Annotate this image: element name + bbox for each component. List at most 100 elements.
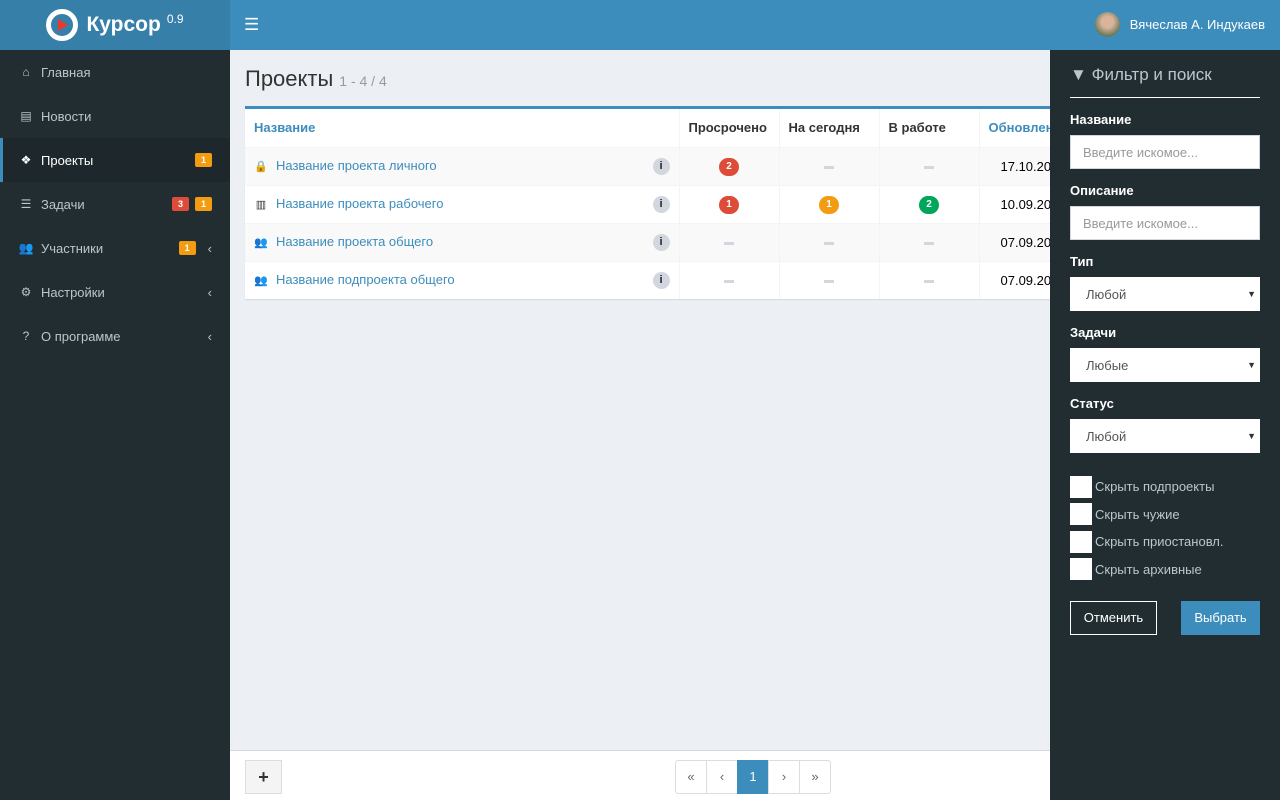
col-name[interactable]: Название	[245, 109, 680, 147]
hide-archived-checkbox[interactable]: Скрыть архивные	[1070, 556, 1260, 584]
sidebar-item-label: Новости	[41, 108, 92, 124]
user-menu[interactable]: Вячеслав А. Индукаев	[1094, 12, 1265, 37]
chevron-left-icon: ‹	[207, 240, 212, 256]
filter-icon: ▼	[1070, 65, 1087, 84]
info-icon[interactable]: i	[652, 157, 670, 175]
sidebar-item-6[interactable]: ? О программе ‹	[0, 314, 230, 358]
cogs-icon: ⚙	[20, 285, 32, 299]
name-cell: 👥 Название проекта общего i	[245, 222, 680, 261]
projects-table-box: Название Просрочено На сегодня В работе …	[245, 106, 1050, 299]
sidebar-item-1[interactable]: ▤ Новости	[0, 94, 230, 138]
name-search-input[interactable]	[1070, 135, 1260, 169]
first-page-button[interactable]: «	[675, 760, 707, 794]
cubes-icon: ❖	[20, 153, 32, 167]
count-badge: 1	[194, 153, 212, 167]
caret-down-icon: ▼	[1247, 289, 1256, 299]
building-icon: ▥	[255, 198, 267, 211]
hide-foreign-checkbox[interactable]: Скрыть чужие	[1070, 501, 1260, 529]
project-link[interactable]: Название подпроекта общего	[276, 272, 455, 287]
last-page-button[interactable]: »	[799, 760, 831, 794]
overdue-count-badge: 2	[719, 157, 739, 176]
info-icon[interactable]: i	[652, 271, 670, 289]
sidebar-item-4[interactable]: 👥 Участники 1 ‹	[0, 226, 230, 270]
empty-dash	[924, 165, 934, 169]
empty-dash	[824, 241, 834, 245]
sidebar-item-label: Главная	[41, 64, 91, 80]
count-badge: 3	[171, 197, 189, 211]
chevron-left-icon: ‹	[207, 328, 212, 344]
sidebar-item-label: Настройки	[41, 284, 105, 300]
filter-panel: ▼ Фильтр и поиск Название Описание Тип Л…	[1050, 50, 1280, 800]
type-select[interactable]: Любой ▼	[1070, 277, 1260, 311]
updated-cell: 17.10.20	[979, 146, 1050, 185]
avatar	[1094, 12, 1120, 37]
hide-subprojects-checkbox[interactable]: Скрыть подпроекты	[1070, 473, 1260, 501]
sidebar-item-label: Участники	[41, 240, 104, 256]
col-overdue: Просрочено	[679, 109, 780, 147]
table-row: 👥 Название проекта общего i 07.09.20	[245, 222, 1050, 261]
project-link[interactable]: Название проекта рабочего	[276, 196, 443, 211]
status-select[interactable]: Любой ▼	[1070, 419, 1260, 453]
project-link[interactable]: Название проекта общего	[276, 234, 433, 249]
users-icon: 👥	[254, 274, 268, 287]
name-cell: ▥ Название проекта рабочего i	[245, 184, 680, 223]
caret-down-icon: ▼	[1247, 431, 1256, 441]
lock-icon: 🔒	[254, 160, 268, 173]
empty-dash	[924, 279, 934, 283]
sidebar-item-5[interactable]: ⚙ Настройки ‹	[0, 270, 230, 314]
count-badge: 1	[194, 197, 212, 211]
sidebar-item-2[interactable]: ❖ Проекты 1	[0, 138, 230, 182]
table-row: 👥 Название подпроекта общего i 07.09.20	[245, 260, 1050, 299]
prev-page-button[interactable]: ‹	[706, 760, 738, 794]
sidebar: ⌂ Главная ▤ Новости ❖ Проекты 1 ☰ Задачи 3 1 👥 Участ…	[0, 50, 230, 800]
col-inwork: В работе	[879, 109, 980, 147]
hide-suspended-checkbox[interactable]: Скрыть приостановл.	[1070, 528, 1260, 556]
table-row: 🔒 Название проекта личного i 2 17.10.20	[245, 146, 1050, 185]
info-icon[interactable]: i	[652, 233, 670, 251]
tasks-select[interactable]: Любые ▼	[1070, 348, 1260, 382]
inwork-count-badge: 2	[919, 195, 939, 214]
empty-dash	[824, 279, 834, 283]
next-page-button[interactable]: ›	[768, 760, 800, 794]
newspaper-icon: ▤	[20, 109, 32, 123]
question-circle-icon: ?	[22, 329, 30, 343]
description-search-input[interactable]	[1070, 206, 1260, 240]
logo[interactable]: Курсор 0.9	[0, 0, 230, 50]
pagination: « ‹ 1 › »	[675, 760, 831, 794]
count-badge: 1	[178, 241, 196, 255]
sidebar-item-3[interactable]: ☰ Задачи 3 1	[0, 182, 230, 226]
main-content: Проекты 1 - 4 / 4 Название Просрочено На …	[230, 50, 1050, 750]
cancel-button[interactable]: Отменить	[1070, 601, 1157, 635]
project-link[interactable]: Название проекта личного	[276, 158, 437, 173]
col-today: На сегодня	[779, 109, 880, 147]
apply-button[interactable]: Выбрать	[1181, 601, 1260, 635]
page-title: Проекты 1 - 4 / 4	[245, 66, 387, 91]
name-cell: 👥 Название подпроекта общего i	[245, 260, 680, 299]
col-updated[interactable]: Обновлен	[979, 109, 1050, 147]
info-icon[interactable]: i	[652, 195, 670, 213]
updated-cell: 07.09.20	[979, 222, 1050, 261]
empty-dash	[924, 241, 934, 245]
app-name: Курсор	[86, 13, 161, 36]
top-navbar: Курсор 0.9 ☰ Вячеслав А. Индукаев	[0, 0, 1280, 50]
projects-table: Название Просрочено На сегодня В работе …	[245, 109, 1050, 299]
status-label: Статус	[1070, 396, 1114, 411]
content-footer: + « ‹ 1 › »	[230, 750, 1050, 800]
logo-icon	[46, 9, 79, 41]
name-label: Название	[1070, 112, 1132, 127]
sidebar-item-0[interactable]: ⌂ Главная	[0, 50, 230, 94]
overdue-count-badge: 1	[719, 195, 739, 214]
result-range: 1 - 4 / 4	[339, 73, 387, 89]
users-icon: 👥	[254, 236, 268, 249]
updated-cell: 10.09.20	[979, 184, 1050, 223]
empty-dash	[724, 279, 734, 283]
menu-toggle-icon[interactable]: ☰	[244, 15, 259, 35]
page-1-button[interactable]: 1	[737, 760, 769, 794]
sidebar-item-label: Проекты	[41, 152, 94, 168]
empty-dash	[824, 165, 834, 169]
table-row: ▥ Название проекта рабочего i 1 1 2 10.09.…	[245, 184, 1050, 223]
add-project-button[interactable]: +	[245, 760, 282, 794]
empty-dash	[724, 241, 734, 245]
caret-down-icon: ▼	[1247, 360, 1256, 370]
sidebar-item-label: Задачи	[41, 196, 85, 212]
